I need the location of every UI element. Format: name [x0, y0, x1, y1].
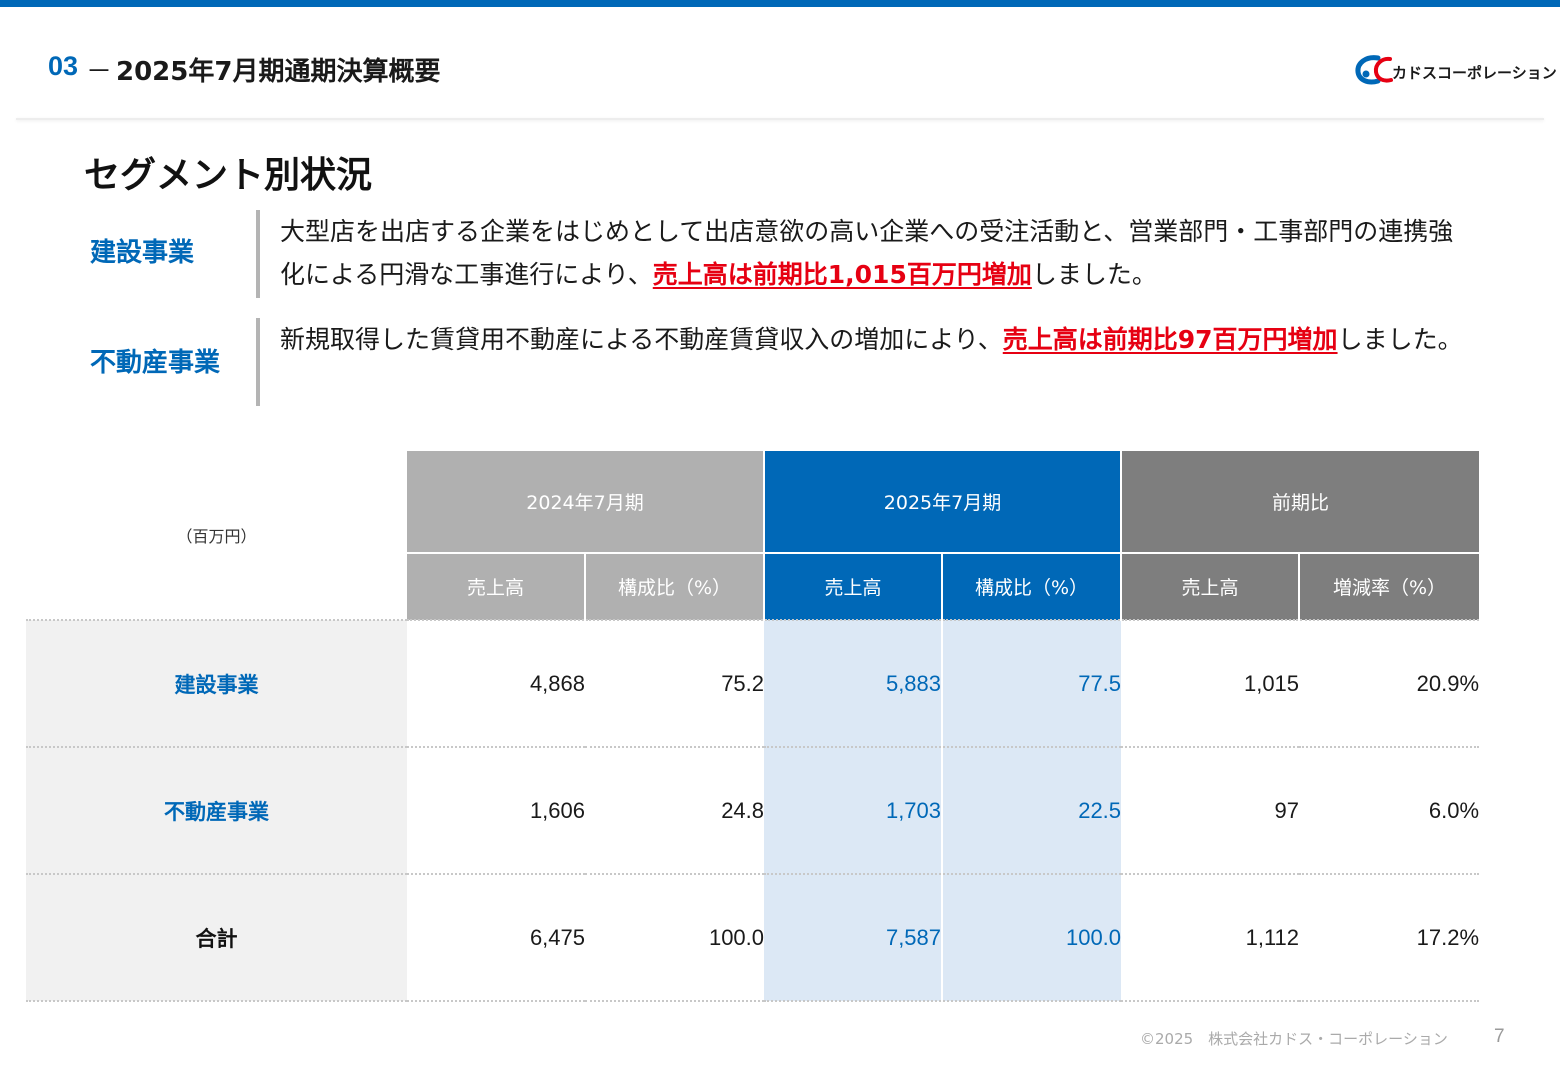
segment-description: 新規取得した賃貸用不動産による不動産賃貸収入の増加により、売上高は前期比97百万… [280, 318, 1470, 361]
table-cell: 6,475 [407, 873, 585, 1002]
highlight-text: 売上高は前期比1,015百万円増加 [652, 260, 1032, 289]
section-title: セグメント別状況 [84, 155, 373, 196]
section-dash: － [86, 57, 113, 87]
row-label: 合計 [26, 873, 407, 1002]
description-text: 新規取得した賃貸用不動産による不動産賃貸収入の増加により、 [280, 325, 1003, 354]
table-cell: 77.5 [941, 619, 1122, 747]
table-cell: 97 [1121, 746, 1300, 874]
description-tail: しました。 [1337, 325, 1463, 354]
subheader-sales: 売上高 [763, 552, 943, 620]
company-logo: カドスコーポレーション [1354, 53, 1557, 93]
logo-text: カドスコーポレーション [1392, 64, 1557, 82]
table-cell: 6.0% [1299, 746, 1480, 874]
header-divider [16, 118, 1544, 120]
table-cell: 7,587 [764, 873, 943, 1002]
description-tail: しました。 [1031, 260, 1157, 289]
segment-divider [256, 318, 260, 406]
table-cell: 100.0 [941, 873, 1122, 1002]
subheader-sales-change: 売上高 [1120, 552, 1300, 620]
table-cell: 1,112 [1121, 873, 1300, 1002]
segment-description: 大型店を出店する企業をはじめとして出店意欲の高い企業への受注活動と、営業部門・工… [280, 210, 1470, 296]
page-number: 7 [1494, 1026, 1505, 1047]
slide-header: 03 － 2025年7月期通期決算概要 カドスコーポレーション [0, 7, 1560, 119]
table-cell: 100.0 [585, 873, 765, 1002]
copyright-text: ©2025 株式会社カドス・コーポレーション [1140, 1030, 1448, 1048]
segment-sales-table: （百万円） 2024年7月期 2025年7月期 前期比 売上高 構成比（%） 売… [26, 451, 1480, 1002]
table-cell: 20.9% [1299, 619, 1480, 747]
table-cell: 1,015 [1121, 619, 1300, 747]
table-cell: 17.2% [1299, 873, 1480, 1002]
segment-label: 不動産事業 [90, 348, 221, 378]
slide-title: 2025年7月期通期決算概要 [116, 57, 441, 87]
table-cell: 4,868 [407, 619, 585, 747]
logo-mark-icon [1355, 55, 1393, 85]
segment-label: 建設事業 [90, 238, 195, 268]
table-row: 不動産事業 1,606 24.8 1,703 22.5 97 6.0% [26, 746, 1480, 874]
table-cell: 1,606 [407, 746, 585, 874]
group-header-comparison: 前期比 [1120, 451, 1480, 553]
top-accent-bar [0, 0, 1560, 7]
subheader-ratio: 構成比（%） [583, 552, 765, 620]
highlight-text: 売上高は前期比97百万円増加 [1002, 325, 1338, 354]
table-cell: 22.5 [941, 746, 1122, 874]
segment-divider [256, 210, 260, 298]
table-cell: 24.8 [585, 746, 765, 874]
subheader-sales: 売上高 [407, 552, 585, 620]
table-cell: 5,883 [764, 619, 943, 747]
row-label: 建設事業 [26, 619, 407, 747]
row-label: 不動産事業 [26, 746, 407, 874]
section-number: 03 [48, 51, 79, 81]
unit-label: （百万円） [26, 451, 407, 620]
group-header-2024: 2024年7月期 [407, 451, 765, 553]
table-cell: 1,703 [764, 746, 943, 874]
subheader-ratio: 構成比（%） [941, 552, 1122, 620]
group-header-2025: 2025年7月期 [763, 451, 1122, 553]
table-row-total: 合計 6,475 100.0 7,587 100.0 1,112 17.2% [26, 873, 1480, 1002]
table-cell: 75.2 [585, 619, 765, 747]
subheader-change-rate: 増減率（%） [1298, 552, 1480, 620]
table-row: 建設事業 4,868 75.2 5,883 77.5 1,015 20.9% [26, 619, 1480, 747]
